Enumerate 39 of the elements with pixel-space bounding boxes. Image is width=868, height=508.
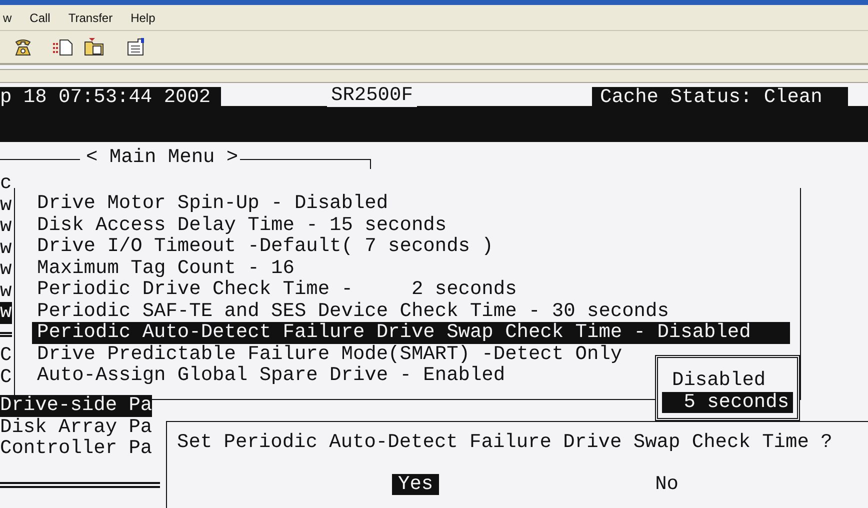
dialog-question: Set Periodic Auto-Detect Failure Drive Swap Check Time ? <box>177 432 834 454</box>
menu-letter[interactable]: w <box>0 302 12 324</box>
properties-icon[interactable] <box>126 38 146 56</box>
telephone-icon[interactable] <box>14 38 32 56</box>
menu-item[interactable]: Drive-side Pa <box>0 395 152 416</box>
menu-item[interactable]: Disk Array Pa <box>0 416 152 438</box>
menu-option[interactable]: Drive Motor Spin-Up - Disabled <box>32 193 394 214</box>
menu-item[interactable]: Controller Pa <box>0 438 152 460</box>
menu-letter[interactable]: w <box>0 238 12 259</box>
model-name: SR2500F <box>327 85 417 106</box>
menu-letter[interactable]: w <box>0 280 12 302</box>
double-rule <box>0 332 12 337</box>
menu-title: < Main Menu > <box>86 147 238 168</box>
menu-item[interactable]: Transfer <box>66 8 115 26</box>
menu-item[interactable]: Help <box>128 8 158 26</box>
menu-option[interactable]: Periodic Auto-Detect Failure Drive Swap Check Time - Disabled <box>32 322 790 344</box>
menu-option[interactable]: Auto-Assign Global Spare Drive - Enabled <box>32 365 510 386</box>
cache-status: Cache Status: Clean <box>592 87 848 108</box>
menu-letter[interactable]: C <box>0 366 12 388</box>
menu-option[interactable]: Drive I/O Timeout -Default( 7 seconds ) <box>32 236 498 258</box>
menu-letter[interactable]: w <box>0 259 12 280</box>
menu-item[interactable]: Call <box>28 8 52 26</box>
new-document-icon[interactable] <box>52 38 74 56</box>
option-item[interactable]: Disabled <box>662 370 793 392</box>
menu-letter[interactable]: C <box>0 345 12 366</box>
folder-icon[interactable] <box>84 38 104 56</box>
menu-letter[interactable]: w <box>0 216 12 238</box>
date-time: p 18 07:53:44 2002 <box>0 87 221 108</box>
menu-letter[interactable]: w <box>0 194 12 216</box>
dialog-button[interactable]: Yes <box>392 474 440 495</box>
menu-letter[interactable]: c <box>0 173 12 194</box>
menu-item[interactable]: w <box>1 8 14 26</box>
menu-option[interactable]: Disk Access Delay Time - 15 seconds <box>32 214 452 236</box>
menu-option[interactable]: Drive Predictable Failure Mode(SMART) -Detect Only <box>32 344 628 365</box>
menu-option[interactable]: Periodic Drive Check Time - 2 seconds <box>32 279 522 300</box>
option-item[interactable]: 5 seconds <box>662 392 793 413</box>
dialog-button[interactable]: No <box>649 474 685 495</box>
menu-option[interactable]: Periodic SAF-TE and SES Device Check Time - 30 seconds <box>32 300 674 322</box>
menu-option[interactable]: Maximum Tag Count - 16 <box>32 258 300 279</box>
